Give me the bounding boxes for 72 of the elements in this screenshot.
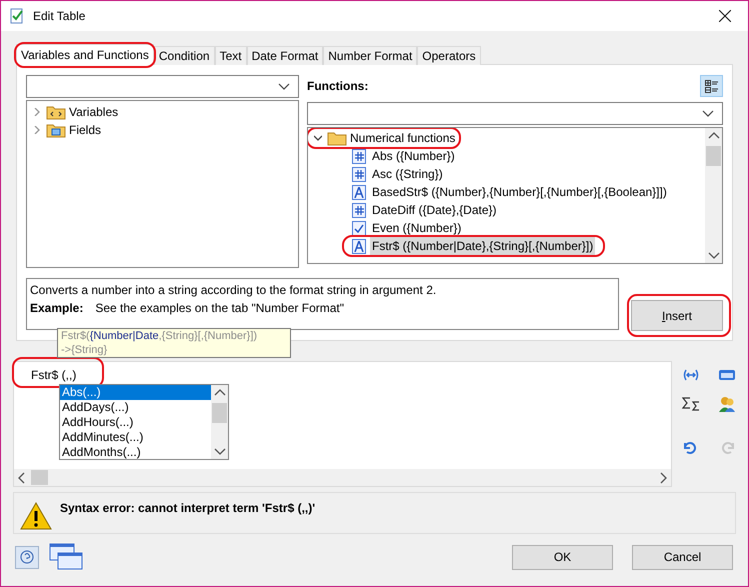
expand-chevron-icon[interactable] — [33, 108, 41, 116]
tree-item[interactable]: BasedStr$ ({Number},{Number}[,{Number}[,{Boolean}]]) — [370, 183, 669, 201]
error-message: Syntax error: cannot interpret term 'Fstr$ (,,)' — [60, 500, 316, 517]
ok-button[interactable]: OK — [512, 544, 613, 570]
autocomplete-item[interactable]: AddDays(...) — [60, 400, 211, 415]
scroll-thumb[interactable] — [706, 146, 721, 166]
folder-icon — [327, 130, 347, 146]
functions-label: Functions: — [307, 78, 368, 95]
wrap-arrows-icon[interactable] — [682, 369, 700, 381]
close-icon — [719, 10, 731, 22]
help-icon — [20, 550, 34, 564]
autocomplete-item[interactable]: AddMonths(...) — [60, 445, 211, 460]
tree-item[interactable]: Numerical functions — [350, 129, 456, 147]
scrollbar[interactable] — [705, 128, 722, 263]
folder-code-icon — [46, 104, 66, 120]
scroll-up-icon[interactable] — [214, 389, 226, 396]
tab[interactable]: Date Format — [246, 46, 324, 65]
users-icon[interactable] — [718, 395, 736, 413]
number-type-icon — [352, 202, 366, 218]
help-button[interactable] — [15, 546, 39, 568]
tab[interactable]: Text — [214, 46, 247, 65]
scroll-right-icon[interactable] — [660, 472, 668, 484]
tree-item[interactable]: DateDiff ({Date},{Date}) — [370, 201, 499, 219]
tab[interactable]: Operators — [417, 46, 481, 65]
expand-chevron-icon[interactable] — [33, 126, 41, 134]
tree-view-toggle-icon[interactable] — [700, 75, 723, 97]
example-text: See the examples on the tab "Number Format" — [95, 300, 344, 317]
cancel-button[interactable]: Cancel — [632, 544, 733, 570]
variables-dropdown[interactable] — [26, 75, 299, 98]
dropdown-caret-icon — [702, 110, 714, 118]
tree-item[interactable]: Asc ({String}) — [370, 165, 445, 183]
sum-icon[interactable] — [682, 397, 700, 411]
text-type-icon — [352, 184, 366, 200]
tab[interactable]: Variables and Functions — [16, 44, 154, 65]
checkmark-type-icon — [352, 220, 366, 236]
collapse-chevron-icon[interactable] — [314, 134, 322, 142]
tree-item[interactable]: Fields — [69, 121, 102, 139]
scroll-down-icon[interactable] — [708, 252, 720, 259]
scroll-left-icon[interactable] — [18, 472, 25, 484]
window-icon[interactable] — [718, 369, 736, 381]
autocomplete-item[interactable]: Abs(...) — [60, 385, 211, 400]
number-type-icon — [352, 148, 366, 164]
window-title: Edit Table — [33, 8, 86, 25]
functions-dropdown[interactable] — [307, 102, 723, 125]
tree-item[interactable]: Variables — [69, 103, 118, 121]
insert-button[interactable]: Insert — [631, 300, 723, 331]
scroll-up-icon[interactable] — [708, 132, 720, 139]
table-check-icon — [9, 8, 25, 24]
autocomplete-item[interactable]: AddMinutes(...) — [60, 430, 211, 445]
scroll-down-icon[interactable] — [214, 448, 226, 455]
example-label: Example: — [30, 300, 84, 317]
text-type-icon — [352, 238, 366, 254]
undo-icon[interactable] — [682, 441, 696, 455]
tree-item[interactable]: Abs ({Number}) — [370, 147, 457, 165]
formula-text[interactable]: Fstr$ (,,) — [31, 368, 76, 382]
tree-item[interactable]: Even ({Number}) — [370, 219, 464, 237]
scroll-thumb[interactable] — [212, 403, 227, 423]
dropdown-caret-icon — [278, 82, 290, 90]
autocomplete-item[interactable]: AddHours(...) — [60, 415, 211, 430]
number-type-icon — [352, 166, 366, 182]
tab[interactable]: Number Format — [323, 46, 418, 65]
folder-table-icon — [46, 122, 66, 138]
scrollbar[interactable] — [211, 385, 228, 459]
horizontal-scrollbar[interactable] — [14, 469, 672, 486]
tooltip-return-type: ->{String} — [61, 343, 108, 357]
warning-icon — [20, 501, 52, 531]
scroll-thumb[interactable] — [31, 470, 48, 485]
tab[interactable]: Condition — [154, 46, 215, 65]
windows-icon[interactable] — [49, 543, 83, 571]
tree-item[interactable]: Fstr$ ({Number|Date},{String}[,{Number}]) — [370, 237, 596, 255]
description-text: Converts a number into a string according to the format string in argument 2. — [30, 282, 438, 299]
tooltip-signature: Fstr$({Number|Date,{String}[,{Number}]) — [61, 329, 258, 343]
